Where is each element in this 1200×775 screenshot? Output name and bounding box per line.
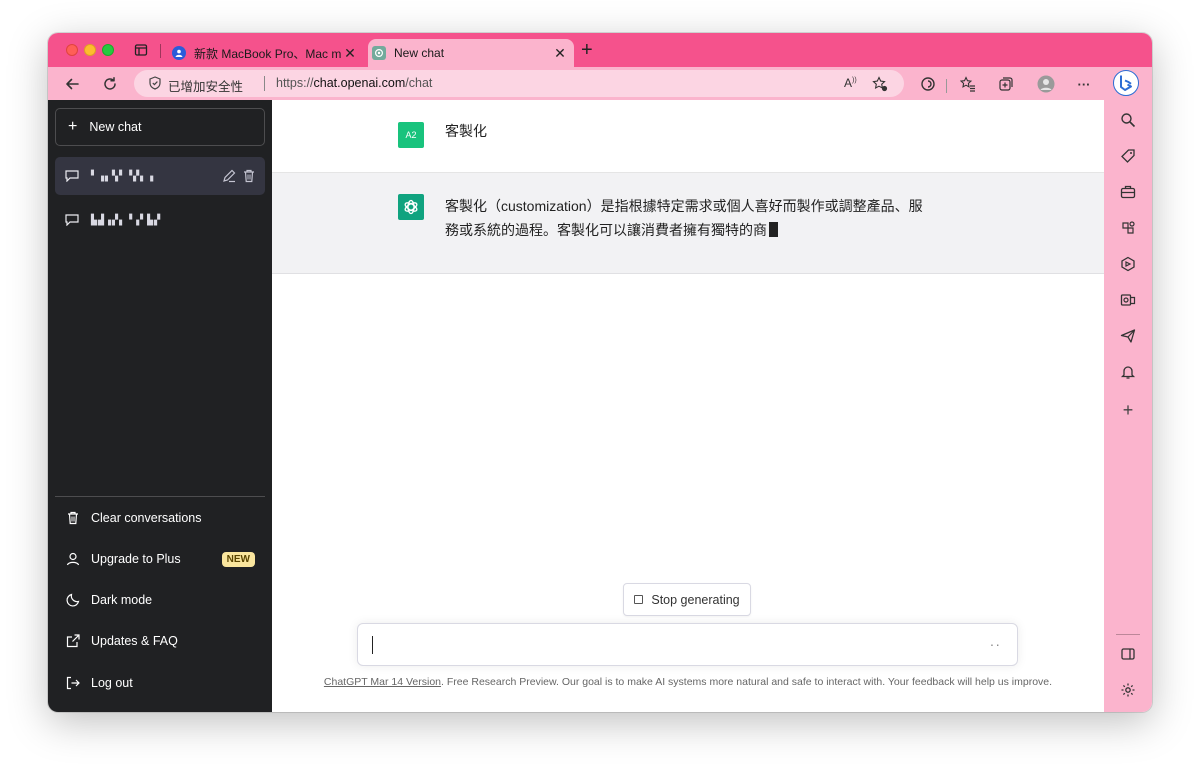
chat-bubble-icon <box>65 170 79 182</box>
log-out-button[interactable]: Log out <box>55 664 265 702</box>
footer-disclaimer: ChatGPT Mar 14 Version. Free Research Pr… <box>272 676 1104 688</box>
extensions-icon[interactable] <box>918 74 938 94</box>
openai-logo-icon <box>398 194 424 220</box>
log-out-label: Log out <box>91 676 133 690</box>
external-link-icon <box>66 634 80 648</box>
edge-sidebar: + <box>1104 100 1152 712</box>
more-menu-icon[interactable]: ··· <box>1074 74 1094 94</box>
loading-dots-icon: ·· <box>989 636 1001 652</box>
conversation-title: ▙▟▗▞▖▝▗▘▙▞ <box>91 214 162 226</box>
logout-icon <box>66 676 80 690</box>
moon-icon <box>66 593 80 607</box>
close-tab-icon[interactable]: ✕ <box>552 45 568 62</box>
chat-sidebar: + New chat ▘▗▖▚▘▝▞▖▗ ▙▟▗▞▖▝▗▘▙▞ Clear co… <box>48 100 272 712</box>
search-icon[interactable] <box>1118 110 1138 130</box>
dark-mode-label: Dark mode <box>91 593 153 607</box>
upgrade-label: Upgrade to Plus <box>91 552 181 566</box>
user-message-text: 客製化 <box>445 123 487 139</box>
favorites-icon[interactable] <box>958 74 978 94</box>
browser-toolbar: 已增加安全性 https://chat.openai.com/chat A)) … <box>48 67 1152 100</box>
new-badge: NEW <box>221 551 255 567</box>
conversation-item[interactable]: ▘▗▖▚▘▝▞▖▗ <box>55 157 265 195</box>
new-tab-button[interactable]: + <box>581 40 593 60</box>
tab-actions-icon[interactable] <box>134 43 148 57</box>
address-bar[interactable]: 已增加安全性 https://chat.openai.com/chat A)) <box>134 70 904 97</box>
assistant-message-line: 客製化（customization）是指根據特定需求或個人喜好而製作或調整產品、… <box>445 198 923 214</box>
minimize-window-button[interactable] <box>84 44 96 56</box>
games-icon[interactable] <box>1118 218 1138 238</box>
upgrade-to-plus-button[interactable]: Upgrade to Plus NEW <box>55 540 265 578</box>
refresh-icon[interactable] <box>100 74 120 94</box>
toolbar-separator <box>946 79 947 93</box>
tab-new-chat[interactable]: New chat ✕ <box>368 39 574 67</box>
send-icon[interactable] <box>1118 326 1138 346</box>
outlook-icon[interactable] <box>1118 290 1138 310</box>
shopping-tag-icon[interactable] <box>1118 146 1138 166</box>
add-sidebar-app-icon[interactable]: + <box>1118 400 1138 420</box>
assistant-message-text: 客製化（customization）是指根據特定需求或個人喜好而製作或調整產品、… <box>445 194 945 242</box>
sidebar-divider <box>55 496 265 497</box>
conversation-item[interactable]: ▙▟▗▞▖▝▗▘▙▞ <box>55 201 265 239</box>
plus-icon: + <box>68 118 78 135</box>
stop-generating-label: Stop generating <box>651 592 740 607</box>
typing-cursor <box>769 222 778 237</box>
office-icon[interactable] <box>1118 254 1138 274</box>
new-chat-label: New chat <box>89 120 142 134</box>
zoom-window-button[interactable] <box>102 44 114 56</box>
stop-generating-button[interactable]: Stop generating <box>623 583 751 616</box>
user-icon <box>66 552 80 566</box>
add-favorite-icon[interactable] <box>872 76 888 95</box>
browser-window: 新款 MacBook Pro、Mac mini 上 ✕ New chat ✕ +… <box>48 33 1152 712</box>
bell-icon[interactable] <box>1118 362 1138 382</box>
tab-title: 新款 MacBook Pro、Mac mini 上 <box>194 46 342 61</box>
clear-conversations-button[interactable]: Clear conversations <box>55 499 265 537</box>
shield-check-icon[interactable] <box>148 76 162 90</box>
address-separator <box>264 76 265 91</box>
updates-faq-label: Updates & FAQ <box>91 634 178 648</box>
close-tab-icon[interactable]: ✕ <box>342 45 358 62</box>
tools-briefcase-icon[interactable] <box>1118 182 1138 202</box>
profile-avatar[interactable] <box>1036 74 1056 94</box>
collections-icon[interactable] <box>996 74 1016 94</box>
bing-chat-icon[interactable] <box>1113 70 1139 96</box>
chat-bubble-icon <box>65 214 79 226</box>
url-text[interactable]: https://chat.openai.com/chat <box>276 76 432 90</box>
chat-main: A2 客製化 客製化（customization）是指根據特定需求或個人喜好而製… <box>272 100 1104 712</box>
tab-title: New chat <box>394 46 445 60</box>
edit-pencil-icon[interactable] <box>221 168 237 184</box>
user-avatar: A2 <box>398 122 424 148</box>
edge-divider <box>1116 634 1140 635</box>
read-aloud-icon[interactable]: A)) <box>844 76 857 90</box>
back-arrow-icon[interactable] <box>62 74 82 94</box>
conversation-title: ▘▗▖▚▘▝▞▖▗ <box>91 170 155 182</box>
stop-square-icon <box>634 595 644 604</box>
security-label[interactable]: 已增加安全性 <box>168 76 243 95</box>
message-input[interactable]: ·· <box>357 623 1018 666</box>
footer-text: . Free Research Preview. Our goal is to … <box>441 676 1053 688</box>
user-message-row: A2 客製化 <box>272 100 1104 173</box>
assistant-message-line: 務或系統的過程。客製化可以讓消費者擁有獨特的商 <box>445 218 945 242</box>
tab-strip: 新款 MacBook Pro、Mac mini 上 ✕ New chat ✕ + <box>48 33 1152 67</box>
profile-favicon-icon <box>172 46 186 60</box>
openai-favicon-icon <box>372 46 386 60</box>
dark-mode-button[interactable]: Dark mode <box>55 581 265 619</box>
version-link[interactable]: ChatGPT Mar 14 Version <box>324 676 441 688</box>
clear-conversations-label: Clear conversations <box>91 511 202 525</box>
tab-macbook[interactable]: 新款 MacBook Pro、Mac mini 上 ✕ <box>168 39 364 67</box>
tab-separator <box>160 44 161 58</box>
close-window-button[interactable] <box>66 44 78 56</box>
trash-icon[interactable] <box>241 168 257 184</box>
assistant-message-row: 客製化（customization）是指根據特定需求或個人喜好而製作或調整產品、… <box>272 173 1104 274</box>
updates-faq-button[interactable]: Updates & FAQ <box>55 622 265 660</box>
settings-gear-icon[interactable] <box>1118 680 1138 700</box>
hide-sidebar-icon[interactable] <box>1118 644 1138 664</box>
text-caret <box>372 636 373 654</box>
trash-icon <box>68 511 78 525</box>
new-chat-button[interactable]: + New chat <box>55 108 265 146</box>
